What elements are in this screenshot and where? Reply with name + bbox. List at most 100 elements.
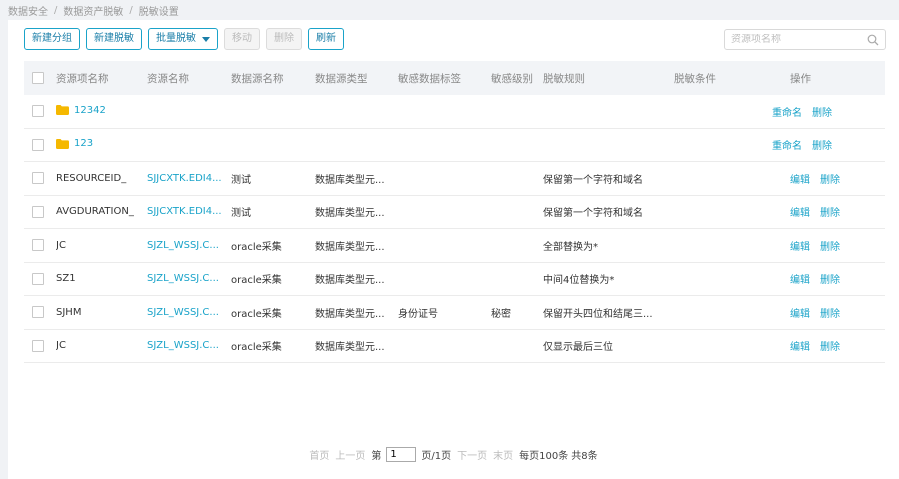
batch-mask-dropdown[interactable]: 批量脱敏 xyxy=(148,28,218,50)
folder-link[interactable]: 12342 xyxy=(56,105,106,116)
header-mask-rule: 脱敏规则 xyxy=(543,72,585,85)
folder-row: 123 重命名 删除 xyxy=(24,129,885,162)
edit-button[interactable]: 编辑 xyxy=(790,242,810,253)
folder-name: 12342 xyxy=(74,104,106,116)
page-prefix-label: 第 xyxy=(371,450,382,462)
cell-item-name: JC xyxy=(56,239,66,251)
page-number-input[interactable] xyxy=(386,446,417,462)
cell-datasource-type: 数据库类型元... xyxy=(315,174,385,186)
prev-page-link[interactable]: 上一页 xyxy=(335,447,365,462)
masking-table: 资源项名称 资源名称 数据源名称 数据源类型 敏感数据标签 敏感级别 脱敏规则 … xyxy=(24,61,885,363)
folder-link[interactable]: 123 xyxy=(56,138,93,149)
main-panel: 新建分组 新建脱敏 批量脱敏 移动 删除 刷新 资源项名称 资源名称 数据源名称… xyxy=(8,20,899,479)
search-input[interactable] xyxy=(731,34,867,45)
cell-resource-link[interactable]: SJZL_WSSJ.C... xyxy=(147,340,231,351)
total-count-label: 共8条 xyxy=(571,450,598,462)
cell-resource-link[interactable]: SJZL_WSSJ.C... xyxy=(147,240,231,251)
table-row: SJHM SJZL_WSSJ.C... oracle采集 数据库类型元... 身… xyxy=(24,296,885,330)
first-page-link[interactable]: 首页 xyxy=(309,447,329,462)
row-checkbox[interactable] xyxy=(32,239,44,252)
header-resource-name: 资源名称 xyxy=(147,72,189,85)
cell-datasource-type: 数据库类型元... xyxy=(315,342,385,354)
header-item-name: 资源项名称 xyxy=(56,72,109,85)
refresh-button[interactable]: 刷新 xyxy=(308,28,344,50)
edit-button[interactable]: 编辑 xyxy=(790,342,810,353)
folder-icon xyxy=(56,105,69,115)
cell-mask-rule: 全部替换为* xyxy=(543,241,598,253)
table-row: RESOURCEID_ SJJCXTK.EDI4... 测试 数据库类型元...… xyxy=(24,162,885,196)
cell-resource-link[interactable]: SJZL_WSSJ.C... xyxy=(147,273,231,284)
breadcrumb-item-mask-settings: 脱敏设置 xyxy=(138,6,179,18)
cell-mask-rule: 保留第一个字符和域名 xyxy=(543,208,643,220)
cell-resource-link[interactable]: SJZL_WSSJ.C... xyxy=(147,307,231,318)
table-row: JC SJZL_WSSJ.C... oracle采集 数据库类型元... 仅显示… xyxy=(24,330,885,363)
edit-button[interactable]: 编辑 xyxy=(790,208,810,219)
table-row: SZ1 SJZL_WSSJ.C... oracle采集 数据库类型元... 中间… xyxy=(24,263,885,296)
folder-row: 12342 重命名 删除 xyxy=(24,95,885,129)
row-checkbox[interactable] xyxy=(32,205,44,218)
edit-button[interactable]: 编辑 xyxy=(790,309,810,320)
header-sensitive-tag: 敏感数据标签 xyxy=(398,72,461,85)
table-row: AVGDURATION_ SJJCXTK.EDI4... 测试 数据库类型元..… xyxy=(24,196,885,229)
edit-button[interactable]: 编辑 xyxy=(790,175,810,186)
cell-datasource: oracle采集 xyxy=(231,275,282,287)
cell-datasource-type: 数据库类型元... xyxy=(315,241,385,253)
header-sensitive-level: 敏感级别 xyxy=(491,72,533,85)
cell-datasource-type: 数据库类型元... xyxy=(315,275,385,287)
row-checkbox[interactable] xyxy=(32,272,44,285)
row-delete-button[interactable]: 删除 xyxy=(820,309,840,320)
cell-datasource-type: 数据库类型元... xyxy=(315,308,385,320)
search-box xyxy=(724,29,886,50)
toolbar: 新建分组 新建脱敏 批量脱敏 移动 删除 刷新 xyxy=(24,28,350,50)
breadcrumb-item-data-security[interactable]: 数据安全 xyxy=(8,3,48,18)
cell-datasource: oracle采集 xyxy=(231,342,282,354)
cell-item-name: RESOURCEID_ xyxy=(56,172,127,184)
row-delete-button[interactable]: 删除 xyxy=(812,141,832,152)
row-checkbox[interactable] xyxy=(32,172,44,185)
cell-item-name: JC xyxy=(56,340,66,352)
cell-sensitive-tag: 身份证号 xyxy=(398,308,438,320)
row-delete-button[interactable]: 删除 xyxy=(820,275,840,286)
row-delete-button[interactable]: 删除 xyxy=(820,342,840,353)
rename-button[interactable]: 重命名 xyxy=(772,141,802,152)
batch-mask-label: 批量脱敏 xyxy=(156,33,196,44)
header-operations: 操作 xyxy=(790,72,811,85)
cell-mask-rule: 保留第一个字符和域名 xyxy=(543,174,643,186)
cell-datasource: oracle采集 xyxy=(231,241,282,253)
delete-button[interactable]: 删除 xyxy=(266,28,302,50)
row-checkbox[interactable] xyxy=(32,138,44,151)
rename-button[interactable]: 重命名 xyxy=(772,108,802,119)
cell-datasource: oracle采集 xyxy=(231,308,282,320)
new-group-button[interactable]: 新建分组 xyxy=(24,28,80,50)
folder-icon xyxy=(56,138,69,149)
cell-datasource: 测试 xyxy=(231,174,251,186)
row-checkbox[interactable] xyxy=(32,339,44,352)
caret-down-icon xyxy=(202,36,210,42)
per-page-label: 每页100条 xyxy=(519,450,569,462)
table-row: JC SJZL_WSSJ.C... oracle采集 数据库类型元... 全部替… xyxy=(24,229,885,263)
breadcrumb: 数据安全 / 数据资产脱敏 / 脱敏设置 xyxy=(8,3,179,18)
row-checkbox[interactable] xyxy=(32,105,44,118)
cell-item-name: AVGDURATION_ xyxy=(56,206,134,218)
search-icon[interactable] xyxy=(867,34,879,46)
header-datasource-type: 数据源类型 xyxy=(315,72,368,85)
last-page-link[interactable]: 末页 xyxy=(493,447,513,462)
row-delete-button[interactable]: 删除 xyxy=(812,108,832,119)
cell-resource-link[interactable]: SJJCXTK.EDI4... xyxy=(147,206,231,217)
select-all-checkbox[interactable] xyxy=(32,72,44,84)
row-delete-button[interactable]: 删除 xyxy=(820,242,840,253)
breadcrumb-item-asset-masking[interactable]: 数据资产脱敏 xyxy=(63,3,123,18)
cell-mask-rule: 仅显示最后三位 xyxy=(543,342,613,354)
next-page-link[interactable]: 下一页 xyxy=(457,447,487,462)
row-delete-button[interactable]: 删除 xyxy=(820,175,840,186)
move-button[interactable]: 移动 xyxy=(224,28,260,50)
cell-sensitive-level: 秘密 xyxy=(491,308,511,320)
row-checkbox[interactable] xyxy=(32,306,44,319)
edit-button[interactable]: 编辑 xyxy=(790,275,810,286)
new-mask-button[interactable]: 新建脱敏 xyxy=(86,28,142,50)
row-delete-button[interactable]: 删除 xyxy=(820,208,840,219)
cell-datasource: 测试 xyxy=(231,208,251,220)
cell-resource-link[interactable]: SJJCXTK.EDI4... xyxy=(147,173,231,184)
breadcrumb-separator: / xyxy=(129,4,133,16)
cell-item-name: SZ1 xyxy=(56,273,76,285)
